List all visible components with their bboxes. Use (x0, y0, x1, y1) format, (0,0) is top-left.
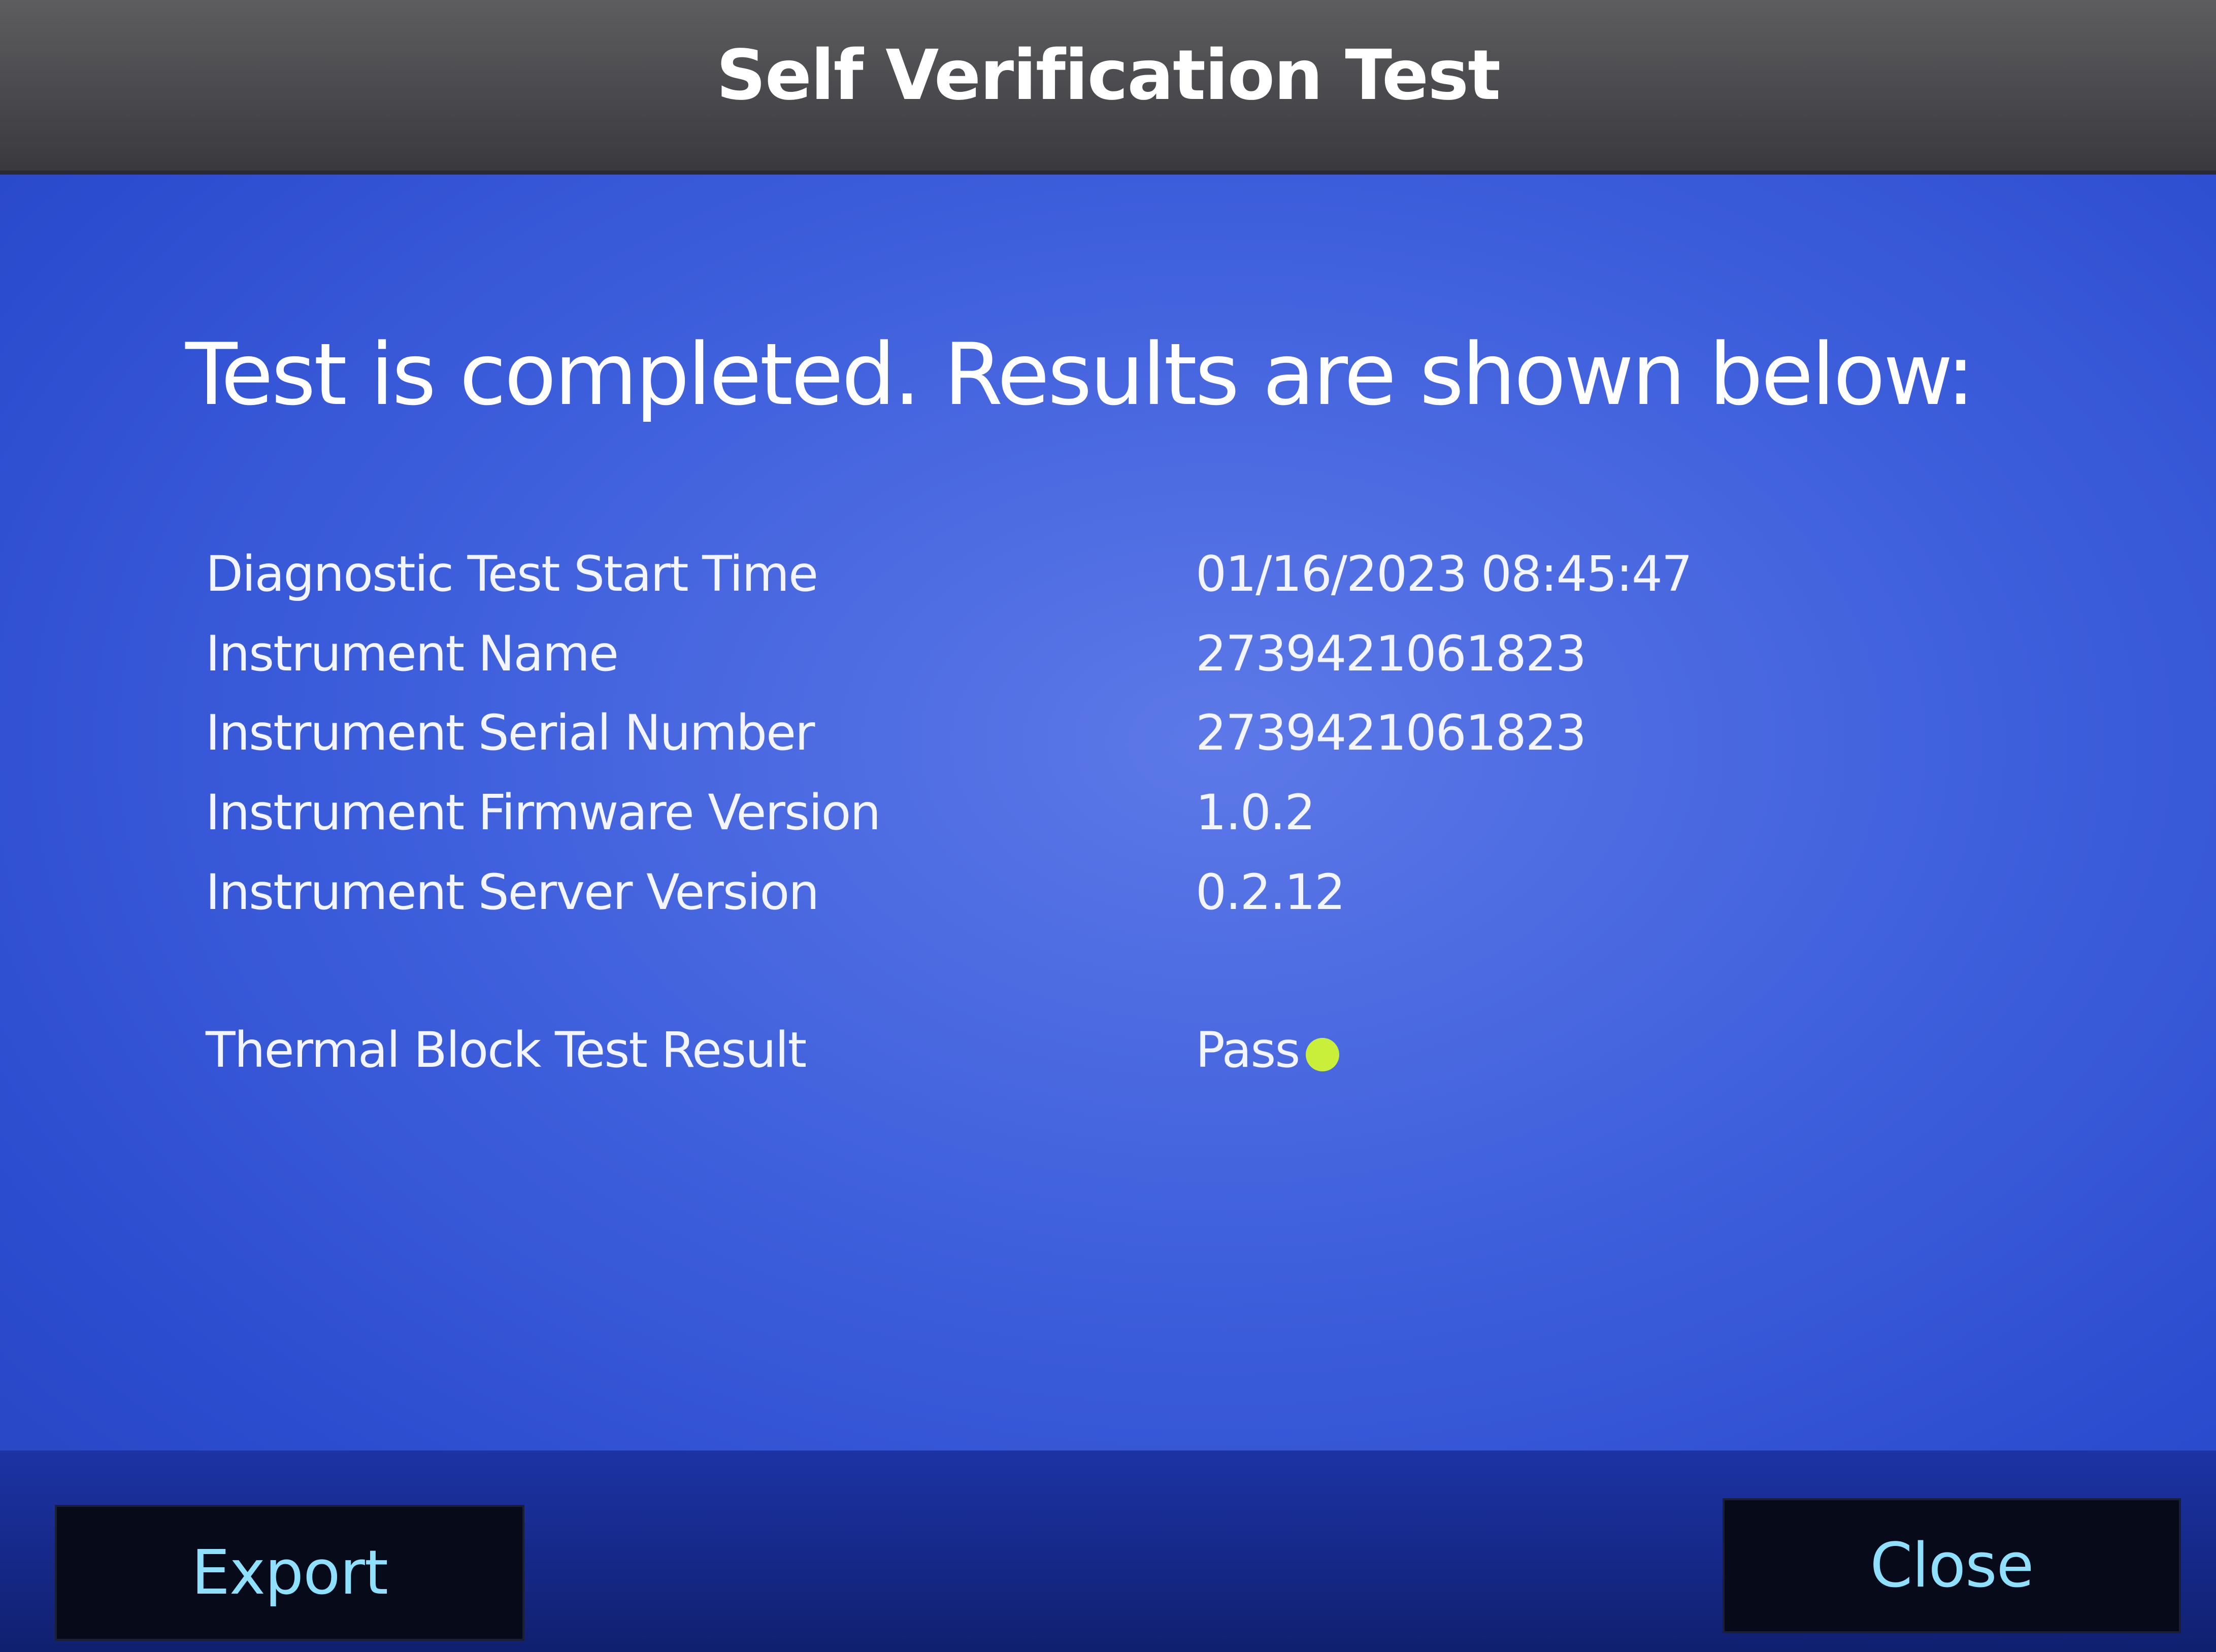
value-diagnostic-test-start-time: 01/16/2023 08:45:47 (1196, 546, 1693, 602)
value-instrument-firmware-version: 1.0.2 (1196, 784, 1315, 841)
results-headline: Test is completed. Results are shown bel… (185, 325, 1975, 424)
close-button[interactable]: Close (1723, 1498, 2181, 1633)
label-instrument-firmware-version: Instrument Firmware Version (206, 784, 881, 841)
label-instrument-serial-number: Instrument Serial Number (206, 704, 815, 761)
value-instrument-server-version: 0.2.12 (1196, 864, 1345, 921)
label-diagnostic-test-start-time: Diagnostic Test Start Time (206, 546, 818, 602)
label-instrument-name: Instrument Name (206, 625, 619, 682)
page-title: Self Verification Test (716, 36, 1501, 116)
export-button[interactable]: Export (55, 1505, 524, 1641)
value-thermal-block-test-result: Pass (1196, 1022, 1300, 1078)
title-bar: Self Verification Test (0, 0, 2216, 175)
status-dot-icon (1306, 1038, 1339, 1071)
export-button-label: Export (191, 1537, 388, 1608)
self-verification-screen: Self Verification Test Test is completed… (0, 0, 2216, 1652)
value-instrument-serial-number: 2739421061823 (1196, 704, 1586, 761)
label-thermal-block-test-result: Thermal Block Test Result (206, 1022, 807, 1078)
label-instrument-server-version: Instrument Server Version (206, 864, 819, 921)
value-instrument-name: 2739421061823 (1196, 625, 1586, 682)
close-button-label: Close (1870, 1530, 2034, 1601)
